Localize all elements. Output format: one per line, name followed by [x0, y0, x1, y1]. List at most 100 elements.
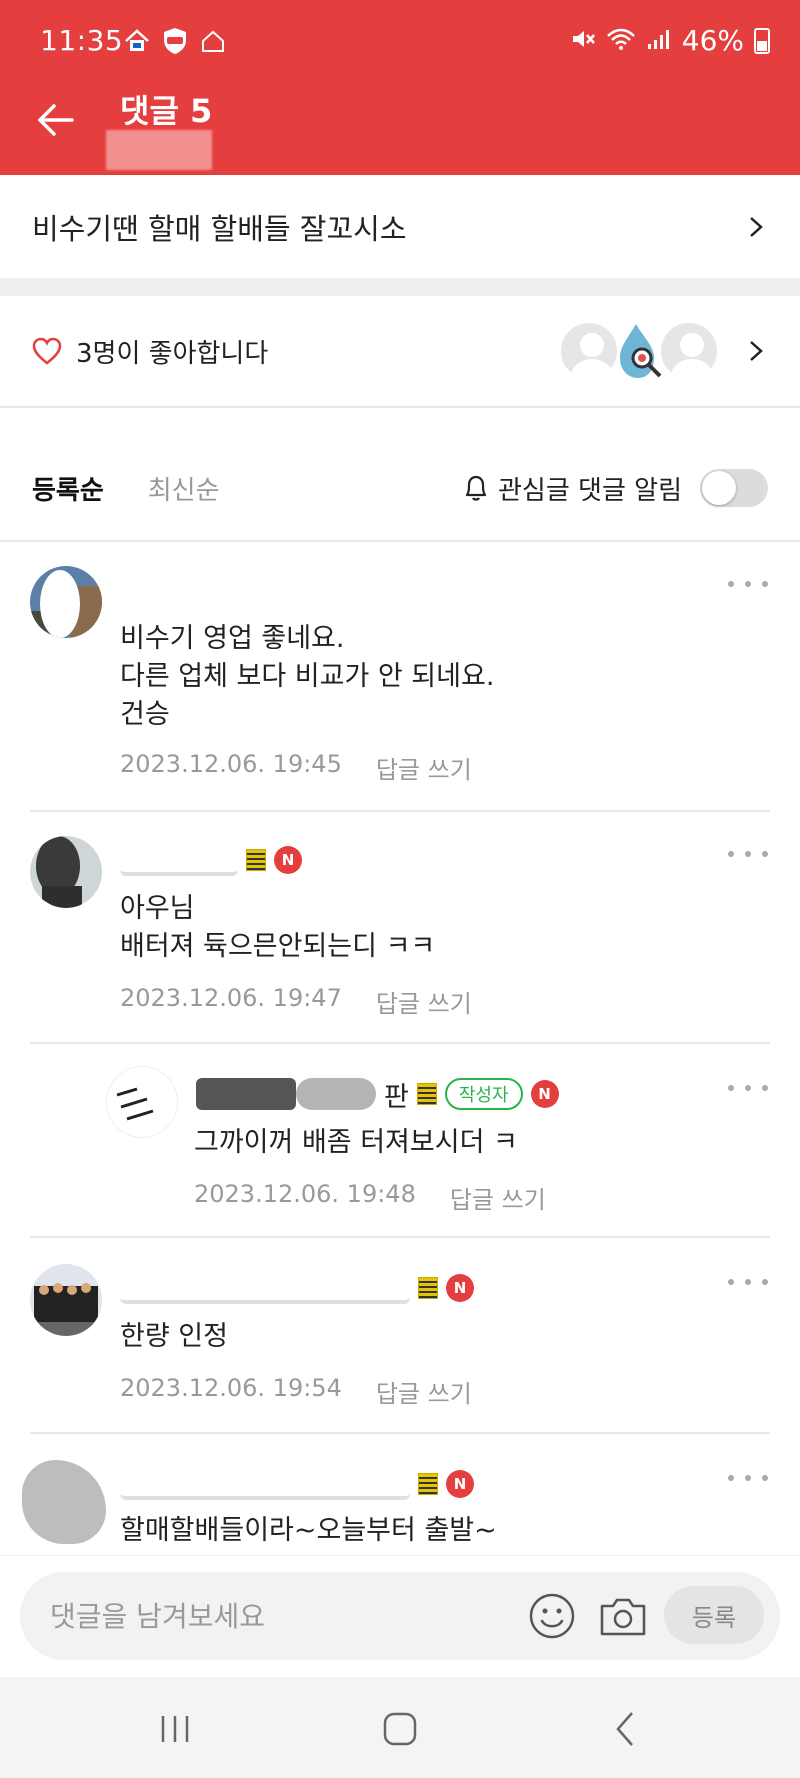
reply-button[interactable]: 답글 쓰기 [376, 1374, 472, 1409]
new-badge: N [274, 846, 302, 874]
liker-avatars [558, 320, 720, 382]
reply-item: 판 작성자 N 그까이꺼 배좀 터져보시더 ㅋ 2023.12.06. 19:4… [0, 1044, 800, 1236]
level-icon [416, 1083, 437, 1105]
recent-apps-button[interactable] [150, 1707, 200, 1751]
comment-input-container: 등록 [20, 1572, 780, 1660]
notify-label: 관심글 댓글 알림 [498, 475, 682, 506]
comment-author: N [120, 842, 302, 878]
sort-tab-registered[interactable]: 등록순 [32, 470, 104, 507]
likes-row[interactable]: 3명이 좋아합니다 [0, 296, 800, 406]
house-outline-notification-icon [198, 26, 228, 56]
likes-count-text: 3명이 좋아합니다 [76, 338, 269, 369]
comment-meta: 2023.12.06. 19:48 답글 쓰기 [194, 1180, 546, 1215]
status-right: 46% [570, 24, 770, 57]
heart-icon [32, 337, 62, 365]
submit-button[interactable]: 등록 [664, 1586, 764, 1644]
sort-row: 등록순 최신순 관심글 댓글 알림 [0, 450, 800, 526]
comment-item: N 한량 인정 2023.12.06. 19:54 답글 쓰기 [0, 1238, 800, 1432]
camera-button[interactable] [598, 1592, 648, 1640]
home-icon [383, 1712, 417, 1746]
avatar[interactable] [22, 1460, 106, 1544]
system-back-button[interactable] [600, 1707, 650, 1751]
notify-toggle[interactable] [700, 469, 768, 507]
page-title: 댓글 5 [120, 92, 213, 130]
comment-text: 비수기 영업 좋네요. 다른 업체 보다 비교가 안 되네요. 건승 [120, 623, 495, 730]
comment-author: 판 작성자 N [196, 1076, 559, 1113]
more-options-button[interactable] [728, 1466, 768, 1490]
comment-item: N 할매할배들이라~오늘부터 출발~ [0, 1434, 800, 1554]
post-title: 비수기땐 할매 할배들 잘꼬시소 [32, 211, 407, 246]
level-icon [418, 1277, 438, 1299]
arrow-left-icon [38, 104, 74, 136]
post-title-row[interactable]: 비수기땐 할매 할배들 잘꼬시소 [0, 175, 800, 278]
comment-author: N [120, 1270, 474, 1306]
sort-tab-latest[interactable]: 최신순 [148, 470, 220, 507]
back-button[interactable] [30, 95, 80, 145]
comment-text: 할매할배들이라~오늘부터 출발~ [120, 1515, 497, 1546]
divider [0, 406, 800, 408]
signal-icon [646, 27, 672, 55]
system-nav-bar [0, 1677, 800, 1778]
comment-notification-setting: 관심글 댓글 알림 [462, 469, 768, 507]
comment-meta: 2023.12.06. 19:47 답글 쓰기 [120, 984, 472, 1019]
home-notification-icon [122, 26, 152, 56]
comment-input[interactable] [50, 1590, 520, 1642]
reply-button[interactable]: 답글 쓰기 [376, 750, 472, 785]
comment-date: 2023.12.06. 19:54 [120, 1374, 342, 1402]
reply-button[interactable]: 답글 쓰기 [450, 1180, 546, 1215]
comment-author: N [120, 1466, 474, 1502]
avatar[interactable] [30, 1264, 102, 1336]
more-options-button[interactable] [728, 1270, 768, 1294]
comment-meta: 2023.12.06. 19:54 답글 쓰기 [120, 1374, 472, 1409]
chevron-right-icon [750, 341, 763, 361]
comment-input-bar: 등록 [0, 1555, 800, 1677]
mute-icon [570, 27, 596, 55]
chevron-right-icon [750, 216, 763, 237]
home-button[interactable] [375, 1707, 425, 1751]
avatar[interactable] [30, 836, 102, 908]
more-options-button[interactable] [728, 1076, 768, 1100]
comment-date: 2023.12.06. 19:45 [120, 750, 342, 778]
status-bar: 11:35 46% [0, 0, 800, 80]
comment-text: 그까이꺼 배좀 터져보시더 ㅋ [194, 1127, 518, 1158]
reply-button[interactable]: 답글 쓰기 [376, 984, 472, 1019]
section-divider [0, 278, 800, 296]
bell-icon [465, 475, 487, 501]
comment-item: N 아우님 배터져 듁으믄안되는디 ㅋㅋ 2023.12.06. 19:47 답… [0, 812, 800, 1042]
status-time: 11:35 [40, 24, 124, 57]
recent-apps-icon [161, 1716, 189, 1742]
battery-percent: 46% [681, 24, 744, 57]
redacted-subtitle [106, 130, 212, 170]
new-badge: N [446, 1470, 474, 1498]
avatar[interactable] [106, 1066, 178, 1138]
comment-date: 2023.12.06. 19:47 [120, 984, 342, 1012]
redacted-name [120, 1272, 410, 1304]
redacted-name [120, 844, 238, 876]
liker-avatar [658, 320, 720, 382]
level-icon [418, 1473, 438, 1495]
comment-date: 2023.12.06. 19:48 [194, 1180, 416, 1208]
comment-meta: 2023.12.06. 19:45 답글 쓰기 [120, 750, 472, 785]
redacted-name [196, 1078, 296, 1110]
smiley-icon [529, 1593, 575, 1639]
comment-text: 아우님 배터져 듁으믄안되는디 ㅋㅋ [120, 893, 436, 962]
chevron-left-icon [616, 1712, 633, 1746]
redacted-name [120, 1468, 410, 1500]
avatar[interactable] [30, 566, 102, 638]
wifi-icon [606, 27, 636, 55]
status-notification-icons [122, 26, 228, 56]
comment-text: 한량 인정 [120, 1321, 228, 1352]
more-options-button[interactable] [728, 572, 768, 596]
author-name-suffix: 판 [384, 1081, 409, 1113]
new-badge: N [530, 1080, 559, 1108]
emoji-button[interactable] [528, 1592, 576, 1640]
battery-icon [754, 27, 770, 54]
author-badge: 작성자 [444, 1078, 523, 1110]
comment-item: 비수기 영업 좋네요. 다른 업체 보다 비교가 안 되네요. 건승 2023.… [0, 540, 800, 810]
new-badge: N [446, 1274, 474, 1302]
level-icon [246, 849, 266, 871]
redacted-name [296, 1078, 376, 1110]
camera-icon [600, 1598, 646, 1636]
more-options-button[interactable] [728, 842, 768, 866]
shield-notification-icon [160, 26, 190, 56]
